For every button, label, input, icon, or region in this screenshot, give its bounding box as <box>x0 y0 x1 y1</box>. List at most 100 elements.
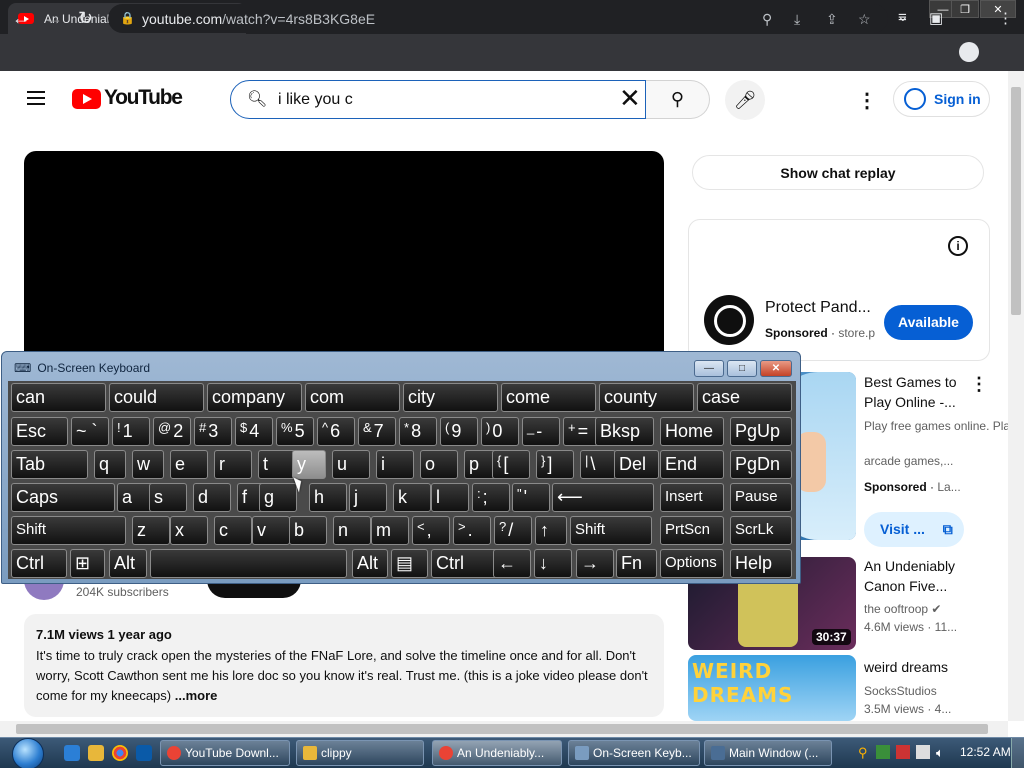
key-symbol[interactable]: " ' <box>512 483 550 512</box>
chrome-icon[interactable] <box>112 745 128 761</box>
sign-in-button[interactable]: Sign in <box>893 81 990 117</box>
key-ctrl[interactable]: Ctrl <box>11 549 67 578</box>
word-prediction-county[interactable]: county <box>599 383 694 412</box>
key-symbol[interactable]: >. <box>453 516 491 545</box>
recommendation-title[interactable]: An Undeniably Canon Five... <box>864 556 974 596</box>
key-t[interactable]: t <box>258 450 296 479</box>
system-clock[interactable]: 12:52 AM <box>960 745 1011 759</box>
key-home[interactable]: Home <box>660 417 724 446</box>
word-prediction-city[interactable]: city <box>403 383 498 412</box>
explorer-folder-icon[interactable] <box>88 745 104 761</box>
key-u[interactable]: u <box>332 450 370 479</box>
key-d[interactable]: d <box>193 483 231 512</box>
key-alt[interactable]: Alt <box>352 549 388 578</box>
search-button[interactable]: ⚲ <box>646 80 710 119</box>
key-shift[interactable]: Shift <box>570 516 652 545</box>
key-symbol[interactable]: ↑ <box>535 516 567 545</box>
word-prediction-com[interactable]: com <box>305 383 400 412</box>
word-prediction-could[interactable]: could <box>109 383 204 412</box>
microphone-icon[interactable]: 🎤︎ <box>725 80 765 120</box>
search-query-text[interactable]: i like you c <box>278 91 353 109</box>
reload-icon[interactable]: ↻ <box>78 8 93 28</box>
more-actions-icon[interactable]: ⋮ <box>970 374 988 395</box>
key-2[interactable]: @2 <box>153 417 191 446</box>
window-restore-button[interactable]: ❐ <box>951 0 979 18</box>
key-symbol[interactable]: ▤ <box>391 549 428 578</box>
visit-site-button[interactable]: Visit ... ⧉ <box>864 512 964 547</box>
key-symbol[interactable]: :; <box>472 483 510 512</box>
show-desktop-button[interactable] <box>1011 738 1024 768</box>
key-7[interactable]: & 7 <box>358 417 396 446</box>
key-del[interactable]: Del <box>614 450 659 479</box>
browser-menu-icon[interactable]: ⋮ <box>998 9 1013 27</box>
hamburger-menu-icon[interactable] <box>27 91 45 105</box>
word-prediction-can[interactable]: can <box>11 383 106 412</box>
youtube-logo-text[interactable]: YouTube <box>104 86 183 110</box>
key-e[interactable]: e <box>170 450 208 479</box>
ad-title[interactable]: Protect Pand... <box>765 299 871 317</box>
key-insert[interactable]: Insert <box>660 483 724 512</box>
on-screen-keyboard-window[interactable]: On-Screen Keyboard — □ ✕ cancouldcompany… <box>1 351 801 584</box>
youtube-logo-icon[interactable] <box>72 89 101 109</box>
key-5[interactable]: % 5 <box>276 417 314 446</box>
key-symbol[interactable]: ⟵ <box>552 483 654 512</box>
key-symbol[interactable]: <, <box>412 516 450 545</box>
key-g[interactable]: g <box>259 483 297 512</box>
zoom-search-icon[interactable]: ⚲ <box>762 11 772 28</box>
key-w[interactable]: w <box>132 450 164 479</box>
key-n[interactable]: n <box>333 516 371 545</box>
key-x[interactable]: x <box>170 516 208 545</box>
key-pause[interactable]: Pause <box>730 483 792 512</box>
key-3[interactable]: #3 <box>194 417 232 446</box>
bookmark-star-icon[interactable]: ☆ <box>858 11 871 28</box>
key-symbol[interactable]: ↓ <box>534 549 572 578</box>
key-l[interactable]: l <box>431 483 469 512</box>
key-symbol[interactable]: ? / <box>494 516 532 545</box>
clear-search-icon[interactable]: ✕ <box>619 85 641 111</box>
key-symbol[interactable]: ← <box>493 549 531 578</box>
key-j[interactable]: j <box>349 483 387 512</box>
key-symbol[interactable]: ⊞ <box>70 549 105 578</box>
word-prediction-come[interactable]: come <box>501 383 596 412</box>
word-prediction-case[interactable]: case <box>697 383 792 412</box>
key-4[interactable]: $4 <box>235 417 273 446</box>
display-tray-icon[interactable] <box>916 745 930 759</box>
key-symbol[interactable]: {[ <box>492 450 530 479</box>
key-space[interactable] <box>150 549 347 578</box>
key-0[interactable]: ) 0 <box>481 417 519 446</box>
osk-maximize-button[interactable]: □ <box>727 360 757 377</box>
network-tray-icon[interactable] <box>876 745 890 759</box>
key-prtscn[interactable]: PrtScn <box>660 516 724 545</box>
taskbar-task-main-window[interactable]: Main Window (... <box>704 740 832 766</box>
taskbar-task-on-screen-keyboard[interactable]: On-Screen Keyb... <box>568 740 700 766</box>
key-bksp[interactable]: Bksp <box>595 417 654 446</box>
key-1[interactable]: ! 1 <box>112 417 150 446</box>
key-pgdn[interactable]: PgDn <box>730 450 792 479</box>
key-ctrl[interactable]: Ctrl <box>431 549 501 578</box>
key-h[interactable]: h <box>309 483 347 512</box>
volume-tray-icon[interactable]: 🔈︎ <box>936 745 950 760</box>
install-icon[interactable]: ⤓ <box>794 11 800 28</box>
key-options[interactable]: Options <box>660 549 724 578</box>
key-help[interactable]: Help <box>730 549 792 578</box>
media-controls-icon[interactable]: ≡ <box>898 9 907 26</box>
key-pgup[interactable]: PgUp <box>730 417 792 446</box>
media-icon[interactable] <box>136 745 152 761</box>
start-button-icon[interactable] <box>8 737 48 768</box>
search-input[interactable]: 🔍︎ i like you c ✕ <box>230 80 646 119</box>
share-icon[interactable]: ⇪ <box>826 11 838 28</box>
profile-avatar-icon[interactable] <box>959 42 979 62</box>
more-link[interactable]: ...more <box>175 688 218 703</box>
taskbar-task-clippy[interactable]: clippy <box>296 740 424 766</box>
key-6[interactable]: ^ 6 <box>317 417 355 446</box>
key-v[interactable]: v <box>252 516 290 545</box>
osk-close-button[interactable]: ✕ <box>760 360 792 377</box>
key-m[interactable]: m <box>371 516 409 545</box>
key-q[interactable]: q <box>94 450 126 479</box>
recommendation-thumbnail[interactable]: WEIRD DREAMS <box>688 655 856 721</box>
key-esc[interactable]: Esc <box>11 417 68 446</box>
taskbar-task-youtube-downloader[interactable]: YouTube Downl... <box>160 740 290 766</box>
ie-icon[interactable] <box>64 745 80 761</box>
vertical-scrollbar[interactable] <box>1008 71 1024 721</box>
word-prediction-company[interactable]: company <box>207 383 302 412</box>
